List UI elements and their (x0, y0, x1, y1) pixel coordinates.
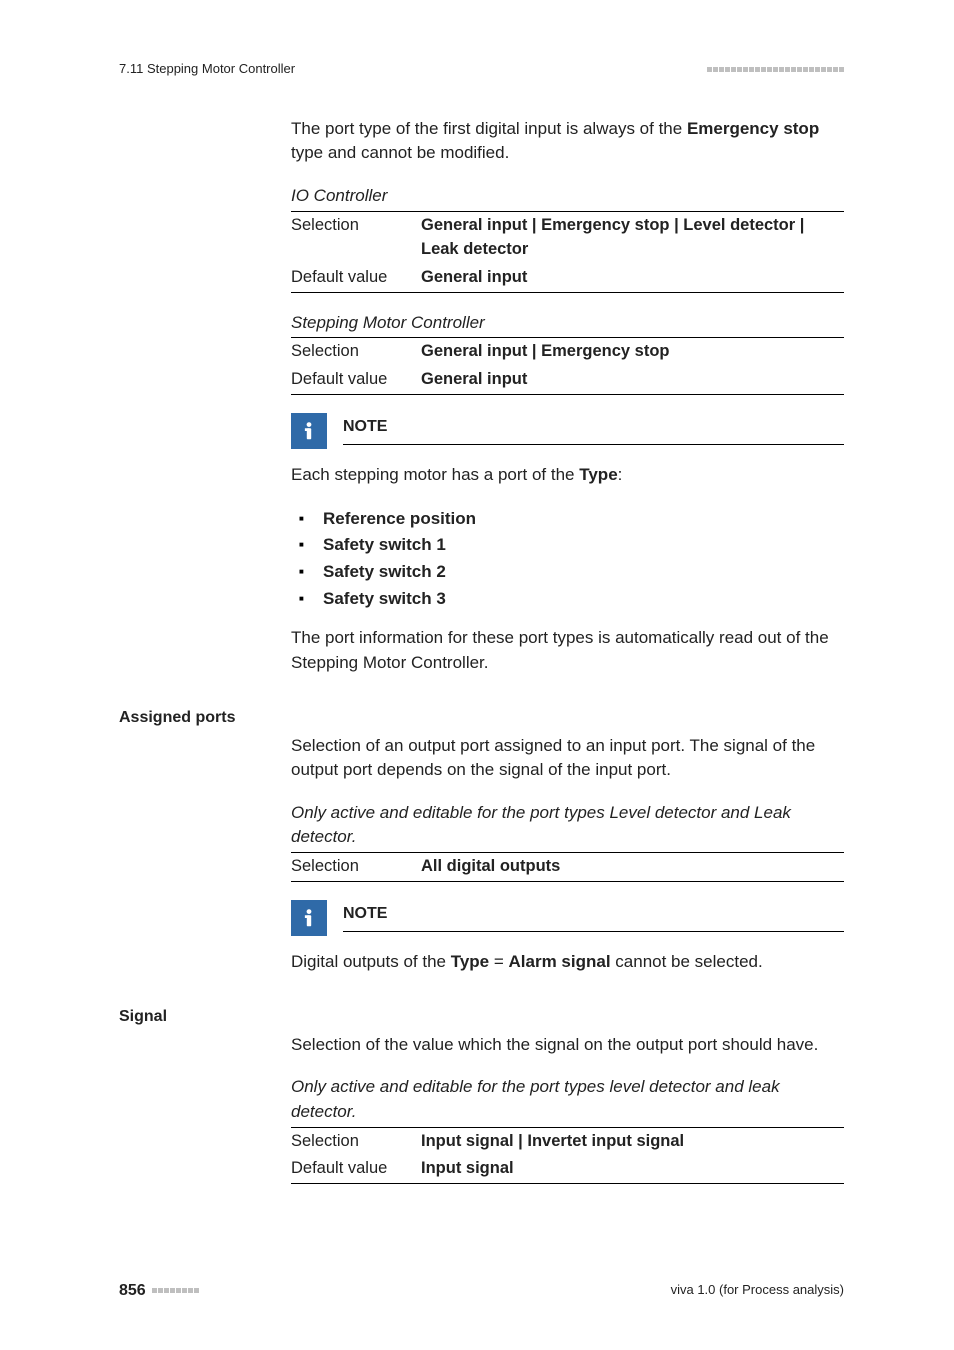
table-row: Selection General input | Emergency stop… (291, 212, 844, 264)
note-lead: Each stepping motor has a port of the Ty… (291, 463, 844, 488)
footer-decoration (152, 1288, 199, 1293)
default-label: Default value (291, 266, 421, 290)
info-icon (291, 413, 327, 449)
note2-body: Digital outputs of the Type = Alarm sign… (291, 950, 844, 975)
table-row: Selection General input | Emergency stop (291, 338, 844, 366)
assigned-ports-desc: Selection of an output port assigned to … (291, 734, 844, 783)
list-item: Safety switch 2 (313, 559, 844, 586)
io-controller-caption: IO Controller (291, 184, 844, 211)
note-lead-after: : (618, 465, 623, 484)
table-row: Default value Input signal (291, 1155, 844, 1183)
list-item: Reference position (313, 506, 844, 533)
page-number: 856 (119, 1279, 146, 1302)
note2-bold1: Type (451, 952, 489, 971)
selection-label: Selection (291, 340, 421, 364)
default-value: General input (421, 368, 844, 392)
signal-desc: Selection of the value which the signal … (291, 1033, 844, 1058)
intro-paragraph: The port type of the first digital input… (291, 117, 844, 166)
smc-table: Stepping Motor Controller Selection Gene… (291, 311, 844, 395)
list-item: Safety switch 3 (313, 586, 844, 613)
note-lead-bold: Type (579, 465, 617, 484)
intro-text-after: type and cannot be modified. (291, 143, 509, 162)
note-box: NOTE Digital outputs of the Type = Alarm… (291, 900, 844, 975)
signal-heading: Signal (119, 1005, 167, 1028)
note-box: NOTE Each stepping motor has a port of t… (291, 413, 844, 675)
selection-label: Selection (291, 1130, 421, 1154)
smc-caption: Stepping Motor Controller (291, 311, 844, 338)
list-item: Safety switch 1 (313, 532, 844, 559)
note-title: NOTE (343, 415, 387, 442)
default-label: Default value (291, 368, 421, 392)
page-header: 7.11 Stepping Motor Controller (119, 60, 844, 79)
table-row: Selection Input signal | Invertet input … (291, 1128, 844, 1156)
selection-value: General input | Emergency stop | Level d… (421, 214, 844, 262)
note2-before: Digital outputs of the (291, 952, 451, 971)
note-trail: The port information for these port type… (291, 626, 844, 675)
signal-condition: Only active and editable for the port ty… (291, 1075, 844, 1124)
header-decoration (707, 67, 844, 72)
selection-value: All digital outputs (421, 855, 844, 879)
default-value: Input signal (421, 1157, 844, 1181)
assigned-ports-condition: Only active and editable for the port ty… (291, 801, 844, 850)
footer-right-text: viva 1.0 (for Process analysis) (671, 1281, 844, 1300)
default-label: Default value (291, 1157, 421, 1181)
intro-bold: Emergency stop (687, 119, 819, 138)
assigned-ports-heading: Assigned ports (119, 706, 235, 729)
io-controller-table: IO Controller Selection General input | … (291, 184, 844, 292)
selection-value: General input | Emergency stop (421, 340, 844, 364)
table-row: Default value General input (291, 264, 844, 292)
port-type-list: Reference position Safety switch 1 Safet… (291, 506, 844, 613)
note2-after: cannot be selected. (611, 952, 763, 971)
table-row: Default value General input (291, 366, 844, 394)
page-footer: 856 viva 1.0 (for Process analysis) (119, 1279, 844, 1302)
info-icon (291, 900, 327, 936)
section-number: 7.11 Stepping Motor Controller (119, 60, 295, 79)
selection-label: Selection (291, 214, 421, 262)
note-lead-before: Each stepping motor has a port of the (291, 465, 579, 484)
selection-value: Input signal | Invertet input signal (421, 1130, 844, 1154)
note-title: NOTE (343, 902, 387, 929)
default-value: General input (421, 266, 844, 290)
note2-bold2: Alarm signal (509, 952, 611, 971)
note2-eq: = (489, 952, 508, 971)
selection-label: Selection (291, 855, 421, 879)
intro-text-before: The port type of the first digital input… (291, 119, 687, 138)
table-row: Selection All digital outputs (291, 853, 844, 881)
